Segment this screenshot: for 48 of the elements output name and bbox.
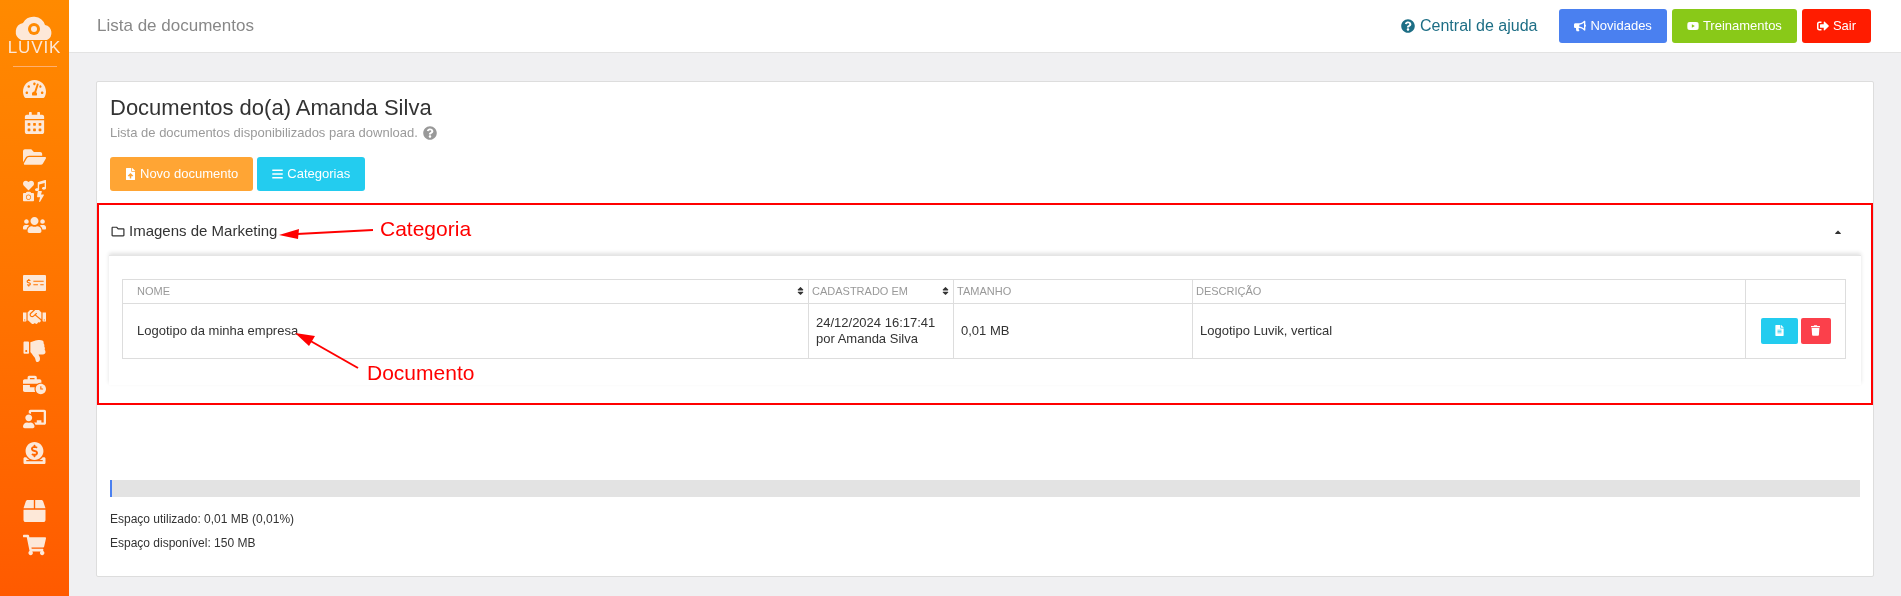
briefcase-clock-icon[interactable] <box>23 374 46 396</box>
help-icon <box>1401 19 1415 33</box>
users-icon[interactable] <box>23 214 46 236</box>
column-header[interactable]: DESCRIÇÃO <box>1192 279 1746 303</box>
calendar-icon[interactable] <box>23 112 46 134</box>
person-desk-icon[interactable] <box>23 408 46 430</box>
category-name: Imagens de Marketing <box>129 221 278 242</box>
table-cell: Logotipo Luvik, vertical <box>1192 303 1746 358</box>
categories-button[interactable]: Categorias <box>257 156 366 191</box>
folder-icon[interactable] <box>23 146 46 168</box>
column-header[interactable]: TAMANHO <box>953 279 1193 303</box>
storage-available-text: Espaço disponível: 150 MB <box>110 535 257 552</box>
logout-button[interactable]: Sair <box>1801 9 1871 43</box>
file-upload-icon <box>125 167 136 180</box>
sort-icon <box>941 286 950 296</box>
header-button[interactable]: Treinamentos <box>1671 9 1797 43</box>
delete-button[interactable] <box>1800 317 1831 344</box>
megaphone-icon <box>1574 20 1587 32</box>
play-icon <box>1686 20 1699 32</box>
category-header[interactable]: Imagens de Marketing <box>111 220 278 243</box>
annotation-label: Documento <box>367 360 475 386</box>
cart-icon[interactable] <box>23 534 46 556</box>
annotation-label: Categoria <box>380 216 472 242</box>
speedometer-icon[interactable] <box>23 78 46 100</box>
sort-icon <box>796 286 805 296</box>
box-icon[interactable] <box>23 500 46 522</box>
thumbs-down-icon[interactable] <box>23 340 46 362</box>
document-icon <box>1774 325 1784 336</box>
logo-text: LUVIK <box>7 39 62 56</box>
list-icon <box>272 167 284 180</box>
media-icon[interactable] <box>23 180 46 202</box>
table-cell: 0,01 MB <box>953 303 1193 358</box>
table-cell: 24/12/2024 16:17:41 por Amanda Silva <box>808 303 954 358</box>
help-link[interactable]: Central de ajuda <box>1401 14 1538 38</box>
help-icon[interactable] <box>422 125 437 140</box>
page-title: Lista de documentos <box>97 15 254 38</box>
storage-used-text: Espaço utilizado: 0,01 MB (0,01%) <box>110 511 296 528</box>
card-subtitle: Lista de documentos disponibilizados para download. <box>110 124 418 142</box>
header-button[interactable]: Novidades <box>1559 9 1667 43</box>
folder-icon <box>111 225 125 238</box>
column-header[interactable]: NOME <box>122 279 809 303</box>
view-document-button[interactable] <box>1760 317 1798 344</box>
coin-icon[interactable] <box>23 442 46 464</box>
column-header[interactable]: CADASTRADO EM <box>808 279 954 303</box>
card-title: Documentos do(a) Amanda Silva <box>110 95 433 121</box>
trash-icon <box>1811 325 1820 336</box>
new-document-button[interactable]: Novo documento <box>110 156 254 191</box>
exit-icon <box>1816 20 1829 32</box>
